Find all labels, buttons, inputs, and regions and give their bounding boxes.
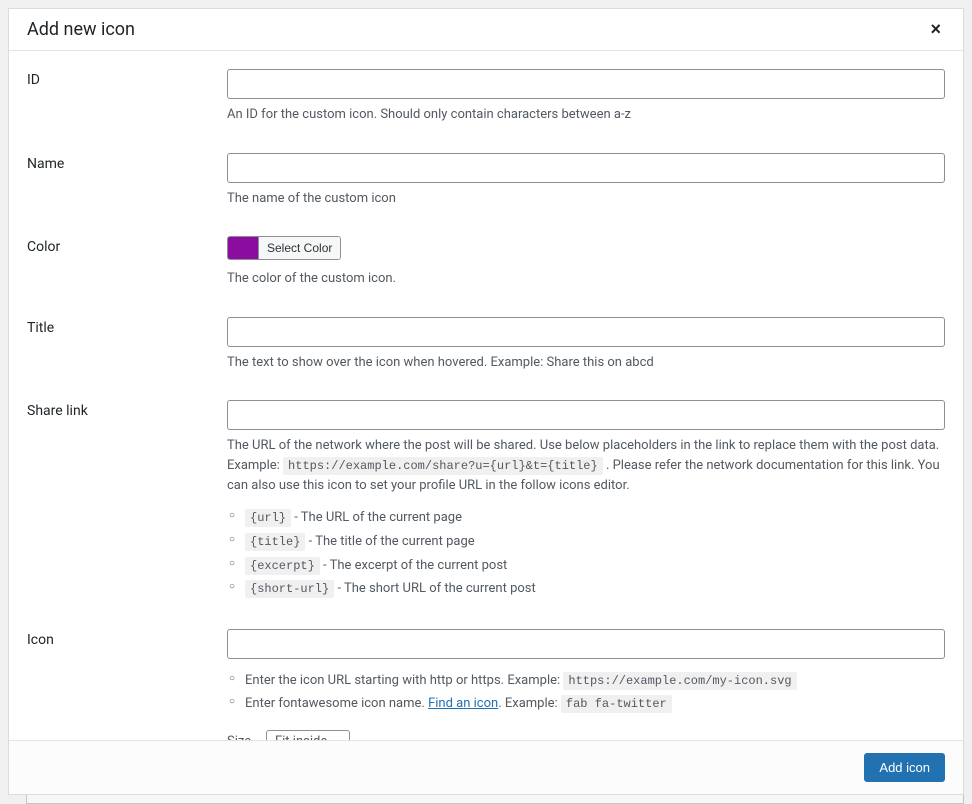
color-label: Color	[27, 236, 227, 255]
field-icon-row: Icon Enter the icon URL starting with ht…	[27, 629, 945, 740]
placeholder-url: {url} - The URL of the current page	[227, 506, 945, 530]
field-share-link-row: Share link The URL of the network where …	[27, 400, 945, 601]
id-label: ID	[27, 69, 227, 88]
placeholder-title: {title} - The title of the current page	[227, 530, 945, 554]
close-button[interactable]: ×	[926, 19, 945, 40]
icon-label: Icon	[27, 629, 227, 648]
name-input[interactable]	[227, 153, 945, 183]
field-name-row: Name The name of the custom icon	[27, 153, 945, 209]
add-icon-button[interactable]: Add icon	[864, 753, 945, 782]
placeholder-excerpt: {excerpt} - The excerpt of the current p…	[227, 554, 945, 578]
size-row: Size - Fit inside	[227, 730, 945, 740]
placeholder-list: {url} - The URL of the current page {tit…	[227, 506, 945, 600]
title-desc: The text to show over the icon when hove…	[227, 353, 945, 373]
icon-hint-url: Enter the icon URL starting with http or…	[227, 669, 945, 693]
icon-input[interactable]	[227, 629, 945, 659]
icon-hint-list: Enter the icon URL starting with http or…	[227, 669, 945, 716]
share-example-code: https://example.com/share?u={url}&t={tit…	[283, 457, 603, 475]
modal-body: ID An ID for the custom icon. Should onl…	[9, 51, 963, 740]
find-an-icon-link[interactable]: Find an icon	[428, 696, 498, 711]
modal-title: Add new icon	[27, 19, 135, 40]
select-color-button[interactable]: Select Color	[258, 237, 340, 259]
name-label: Name	[27, 153, 227, 172]
title-input[interactable]	[227, 317, 945, 347]
size-select[interactable]: Fit inside	[266, 730, 350, 740]
id-input[interactable]	[227, 69, 945, 99]
modal-header: Add new icon ×	[9, 9, 963, 51]
field-title-row: Title The text to show over the icon whe…	[27, 317, 945, 373]
share-link-desc: The URL of the network where the post wi…	[227, 436, 945, 496]
modal-footer: Add icon	[9, 740, 963, 794]
id-desc: An ID for the custom icon. Should only c…	[227, 105, 945, 125]
color-desc: The color of the custom icon.	[227, 269, 945, 289]
name-desc: The name of the custom icon	[227, 189, 945, 209]
share-link-label: Share link	[27, 400, 227, 419]
placeholder-short-url: {short-url} - The short URL of the curre…	[227, 577, 945, 601]
field-id-row: ID An ID for the custom icon. Should onl…	[27, 69, 945, 125]
color-picker[interactable]: Select Color	[227, 236, 341, 260]
title-label: Title	[27, 317, 227, 336]
add-icon-modal: Add new icon × ID An ID for the custom i…	[8, 8, 964, 795]
field-color-row: Color Select Color The color of the cust…	[27, 236, 945, 289]
color-swatch	[228, 237, 258, 259]
icon-hint-fontawesome: Enter fontawesome icon name. Find an ico…	[227, 692, 945, 716]
share-link-input[interactable]	[227, 400, 945, 430]
